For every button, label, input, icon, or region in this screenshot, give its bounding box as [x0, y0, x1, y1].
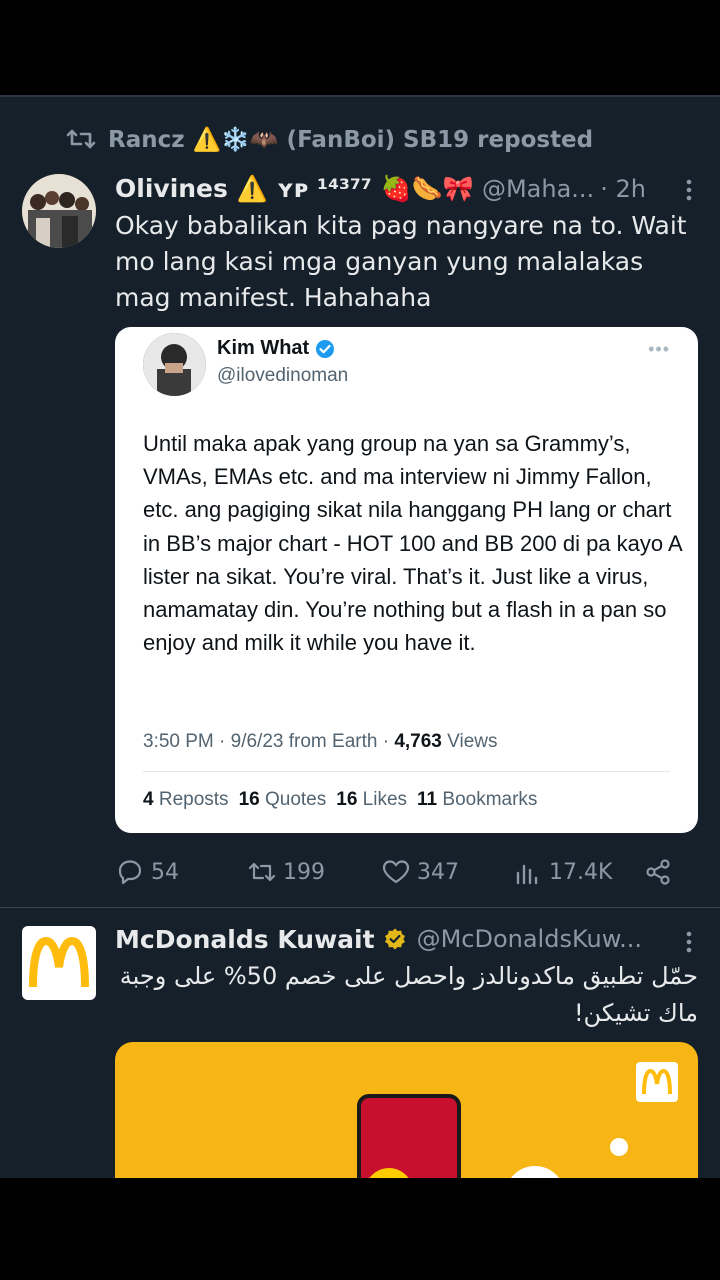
repost-action-icon: [248, 862, 276, 882]
quoted-bookmarks[interactable]: 11 Bookmarks: [417, 789, 537, 811]
quoted-username[interactable]: @ilovedinoman: [217, 365, 348, 387]
more-options-icon[interactable]: [684, 178, 694, 202]
like-button[interactable]: 347: [381, 852, 459, 892]
heart-icon: [382, 860, 410, 884]
quoted-name-row: Kim What: [217, 337, 335, 360]
quotes-count: 16: [238, 789, 260, 810]
quoted-views-label: Views: [441, 731, 498, 752]
quoted-likes[interactable]: 16 Likes: [336, 789, 407, 811]
display-name-2[interactable]: McDonalds Kuwait: [115, 925, 375, 954]
reply-icon: [118, 860, 142, 885]
share-icon: [646, 859, 670, 885]
repost-count: 199: [283, 859, 325, 885]
like-count: 347: [417, 859, 459, 885]
quoted-meta: 3:50 PM · 9/6/23 from Earth · 4,763 View…: [143, 731, 498, 753]
share-button[interactable]: [643, 852, 673, 892]
repost-label: Rancz ⚠️❄️🦇 (FanBoi) SB19 reposted: [108, 126, 594, 153]
golden-arches-icon: [29, 937, 89, 988]
tweet-separator: [0, 907, 720, 908]
timestamp[interactable]: · 2h: [600, 175, 646, 203]
repost-button[interactable]: 199: [247, 852, 325, 892]
quotes-label: Quotes: [264, 789, 327, 810]
quoted-quotes[interactable]: 16 Quotes: [239, 789, 327, 811]
bottom-black-bar: [0, 1178, 720, 1280]
views-count: 17.4K: [549, 859, 613, 885]
display-name[interactable]: Olivines ⚠️ ʏᴘ ¹⁴³⁷⁷ 🍓🌭🎀: [115, 174, 474, 204]
tweet-text: Okay babalikan kita pag nangyare na to. …: [115, 211, 687, 312]
card-divider: [143, 771, 670, 772]
quoted-body: Until maka apak yang group na yan sa Gra…: [143, 431, 682, 656]
tweet2-header: McDonalds Kuwait @McDonaldsKuw...: [115, 920, 705, 958]
decor-dot: [610, 1138, 628, 1156]
bookmarks-count: 11: [417, 789, 438, 810]
more-options-icon-2[interactable]: [684, 930, 694, 954]
bookmarks-label: Bookmarks: [442, 789, 538, 810]
quoted-avatar[interactable]: [143, 333, 206, 396]
likes-count: 16: [336, 789, 358, 810]
tweet-actions: 54 199 347 17.4K: [115, 852, 685, 892]
reply-count: 54: [151, 859, 179, 885]
avatar[interactable]: [22, 174, 96, 248]
analytics-icon: [516, 864, 538, 885]
quoted-tweet-card[interactable]: Kim What @ilovedinoman ••• Until maka ap…: [115, 327, 698, 833]
views-button[interactable]: 17.4K: [513, 852, 612, 892]
reposts-count: 4: [143, 789, 154, 810]
handle-2[interactable]: @McDonaldsKuw...: [417, 925, 642, 953]
verified-badge-icon: [316, 339, 335, 358]
repost-icon: [66, 129, 96, 149]
quoted-stats: 4 Reposts 16 Quotes 16 Likes 11 Bookmark…: [143, 789, 537, 811]
mcdonalds-mini-logo-icon: [636, 1062, 678, 1102]
handle[interactable]: @Maha...: [482, 175, 594, 203]
likes-label: Likes: [362, 789, 408, 810]
tweet2-text: حمّل تطبيق ماكدونالدز واحصل على خصم 50% …: [119, 962, 698, 1027]
tweet-header: Olivines ⚠️ ʏᴘ ¹⁴³⁷⁷ 🍓🌭🎀 @Maha... · 2h: [115, 170, 705, 208]
quoted-time-source: 3:50 PM · 9/6/23 from Earth ·: [143, 731, 395, 752]
quoted-name[interactable]: Kim What: [217, 337, 309, 360]
reposts-label: Reposts: [158, 789, 229, 810]
quoted-views-count: 4,763: [394, 731, 442, 752]
mcdonalds-logo-avatar[interactable]: [22, 926, 96, 1000]
gold-verified-badge-icon: [384, 928, 405, 950]
quoted-more-icon[interactable]: •••: [648, 339, 670, 360]
repost-context[interactable]: Rancz ⚠️❄️🦇 (FanBoi) SB19 reposted: [66, 122, 593, 156]
divider: [0, 95, 720, 97]
quoted-reposts[interactable]: 4 Reposts: [143, 789, 229, 811]
reply-button[interactable]: 54: [115, 852, 179, 892]
